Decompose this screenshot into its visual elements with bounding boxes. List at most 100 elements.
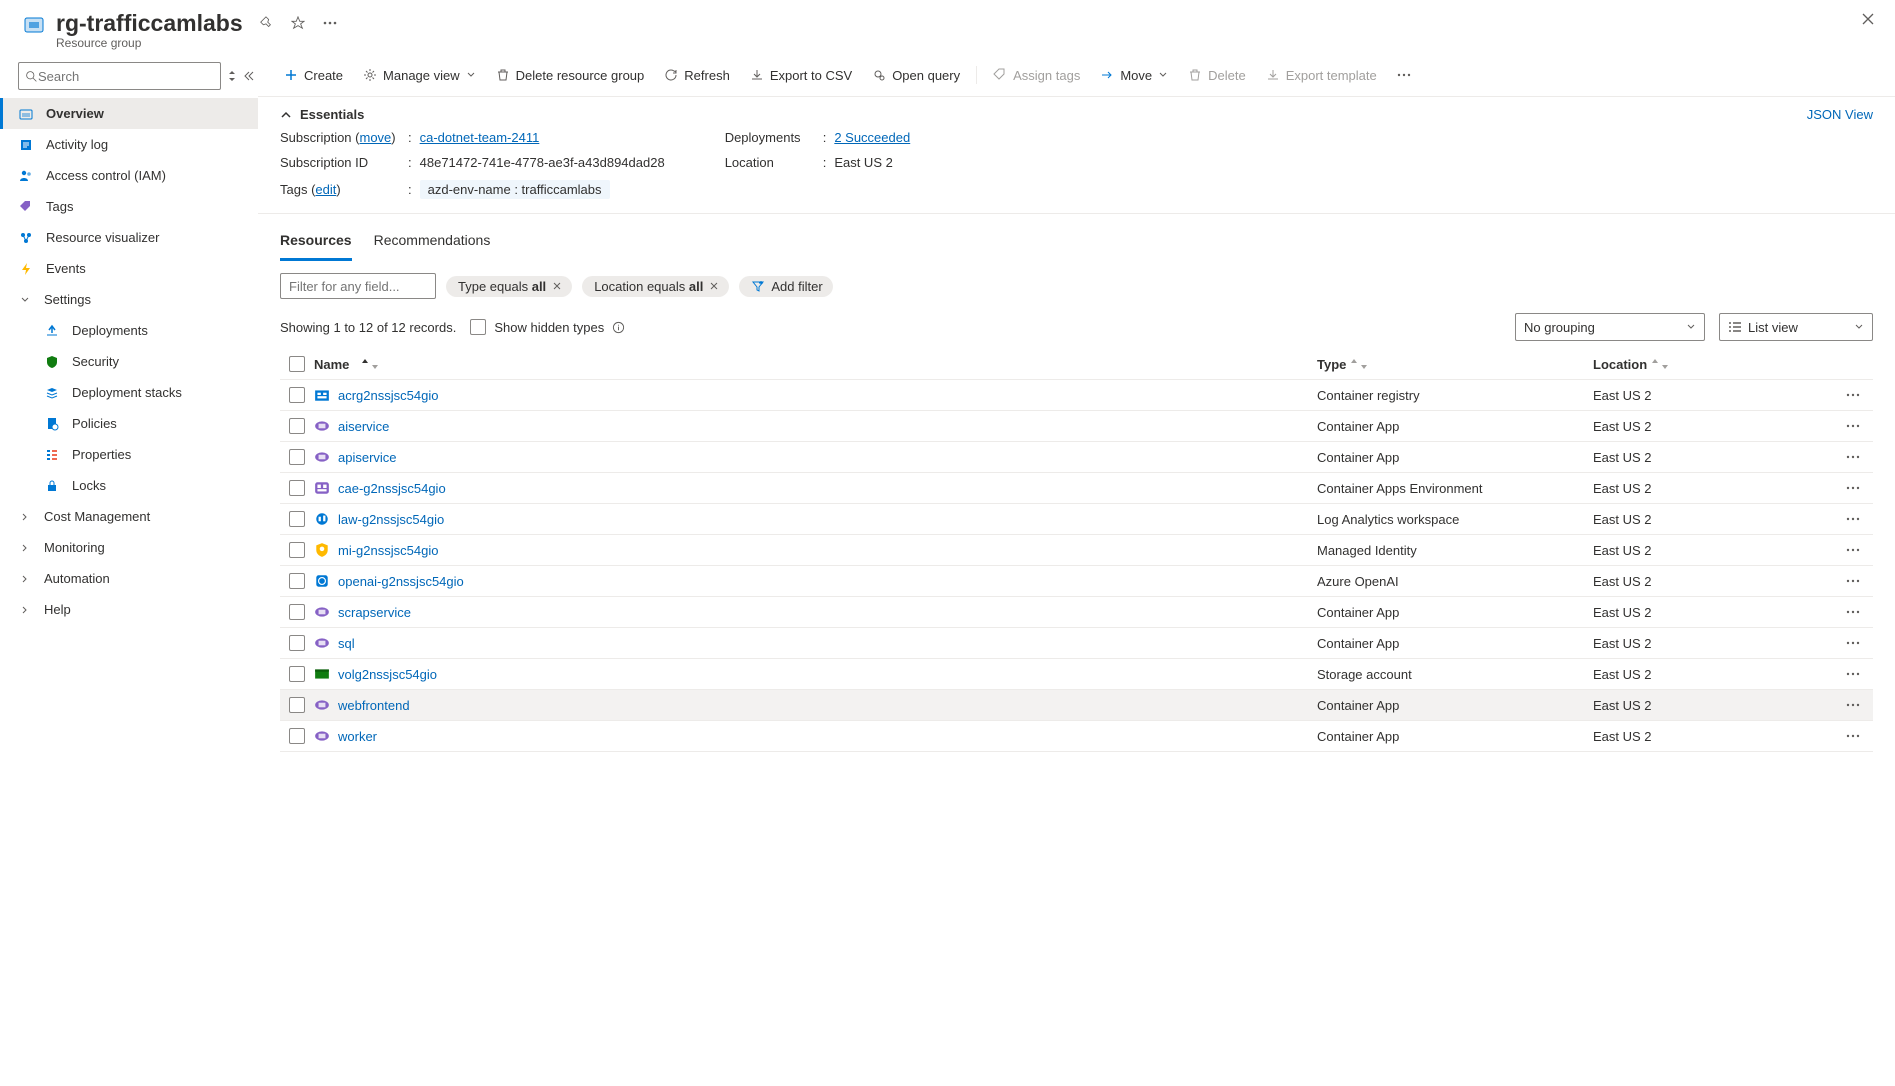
sidebar-search[interactable] <box>18 62 221 90</box>
nav-locks[interactable]: Locks <box>0 470 258 501</box>
row-checkbox[interactable] <box>289 418 305 434</box>
nav-properties[interactable]: Properties <box>0 439 258 470</box>
info-icon[interactable] <box>612 321 625 334</box>
resource-link[interactable]: aiservice <box>338 419 389 434</box>
show-hidden-toggle[interactable]: Show hidden types <box>470 319 625 335</box>
resource-row[interactable]: openai-g2nssjsc54gioAzure OpenAIEast US … <box>280 566 1873 597</box>
row-checkbox[interactable] <box>289 666 305 682</box>
resource-row[interactable]: webfrontendContainer AppEast US 2 <box>280 690 1873 721</box>
resource-row[interactable]: volg2nssjsc54gioStorage accountEast US 2 <box>280 659 1873 690</box>
row-more-button[interactable] <box>1833 610 1873 614</box>
nav-settings[interactable]: Settings <box>0 284 258 315</box>
close-icon[interactable] <box>1859 10 1877 28</box>
pin-icon[interactable] <box>257 14 275 32</box>
row-more-button[interactable] <box>1833 393 1873 397</box>
json-view-link[interactable]: JSON View <box>1807 107 1873 122</box>
resource-link[interactable]: webfrontend <box>338 698 410 713</box>
checkbox[interactable] <box>470 319 486 335</box>
resource-link[interactable]: law-g2nssjsc54gio <box>338 512 444 527</box>
col-header-location[interactable]: Location <box>1593 357 1833 372</box>
row-more-button[interactable] <box>1833 486 1873 490</box>
tag-chip[interactable]: azd-env-name : trafficcamlabs <box>420 180 610 199</box>
nav-tags[interactable]: Tags <box>0 191 258 222</box>
export-csv-button[interactable]: Export to CSV <box>742 60 860 90</box>
resource-row[interactable]: law-g2nssjsc54gioLog Analytics workspace… <box>280 504 1873 535</box>
nav-security[interactable]: Security <box>0 346 258 377</box>
resource-link[interactable]: acrg2nssjsc54gio <box>338 388 438 403</box>
row-more-button[interactable] <box>1833 517 1873 521</box>
resource-row[interactable]: sqlContainer AppEast US 2 <box>280 628 1873 659</box>
filter-pill-location[interactable]: Location equals all <box>582 276 729 297</box>
open-query-button[interactable]: Open query <box>864 60 968 90</box>
grouping-dropdown[interactable]: No grouping <box>1515 313 1705 341</box>
resource-row[interactable]: aiserviceContainer AppEast US 2 <box>280 411 1873 442</box>
subscription-move-link[interactable]: move <box>360 130 392 145</box>
sidebar-search-input[interactable] <box>38 69 214 84</box>
nav-automation[interactable]: Automation <box>0 563 258 594</box>
add-filter-button[interactable]: Add filter <box>739 276 832 297</box>
resource-link[interactable]: sql <box>338 636 355 651</box>
row-more-button[interactable] <box>1833 703 1873 707</box>
resource-link[interactable]: volg2nssjsc54gio <box>338 667 437 682</box>
col-header-name[interactable]: Name <box>314 357 1317 372</box>
nav-deployment-stacks[interactable]: Deployment stacks <box>0 377 258 408</box>
deployments-link[interactable]: 2 Succeeded <box>834 130 910 145</box>
view-dropdown[interactable]: List view <box>1719 313 1873 341</box>
row-checkbox[interactable] <box>289 387 305 403</box>
resource-row[interactable]: workerContainer AppEast US 2 <box>280 721 1873 752</box>
resource-row[interactable]: cae-g2nssjsc54gioContainer Apps Environm… <box>280 473 1873 504</box>
nav-access-control[interactable]: Access control (IAM) <box>0 160 258 191</box>
more-icon[interactable] <box>321 14 339 32</box>
nav-events[interactable]: Events <box>0 253 258 284</box>
nav-help[interactable]: Help <box>0 594 258 625</box>
move-button[interactable]: Move <box>1092 60 1176 90</box>
nav-activity-log[interactable]: Activity log <box>0 129 258 160</box>
row-checkbox[interactable] <box>289 573 305 589</box>
nav-policies[interactable]: Policies <box>0 408 258 439</box>
row-checkbox[interactable] <box>289 635 305 651</box>
row-checkbox[interactable] <box>289 697 305 713</box>
create-button[interactable]: Create <box>276 60 351 90</box>
row-checkbox[interactable] <box>289 604 305 620</box>
row-more-button[interactable] <box>1833 734 1873 738</box>
row-checkbox[interactable] <box>289 511 305 527</box>
row-checkbox[interactable] <box>289 449 305 465</box>
star-icon[interactable] <box>289 14 307 32</box>
collapse-sidebar-icon[interactable] <box>243 67 255 85</box>
resource-link[interactable]: scrapservice <box>338 605 411 620</box>
row-more-button[interactable] <box>1833 641 1873 645</box>
filter-pill-type[interactable]: Type equals all <box>446 276 572 297</box>
row-checkbox[interactable] <box>289 728 305 744</box>
manage-view-button[interactable]: Manage view <box>355 60 484 90</box>
row-more-button[interactable] <box>1833 424 1873 428</box>
nav-monitoring[interactable]: Monitoring <box>0 532 258 563</box>
delete-rg-button[interactable]: Delete resource group <box>488 60 653 90</box>
resource-link[interactable]: mi-g2nssjsc54gio <box>338 543 438 558</box>
row-more-button[interactable] <box>1833 455 1873 459</box>
resource-row[interactable]: scrapserviceContainer AppEast US 2 <box>280 597 1873 628</box>
resource-link[interactable]: cae-g2nssjsc54gio <box>338 481 446 496</box>
nav-overview[interactable]: Overview <box>0 98 258 129</box>
row-more-button[interactable] <box>1833 672 1873 676</box>
resource-row[interactable]: acrg2nssjsc54gioContainer registryEast U… <box>280 380 1873 411</box>
essentials-toggle[interactable]: Essentials JSON View <box>280 107 1873 122</box>
nav-deployments[interactable]: Deployments <box>0 315 258 346</box>
resource-link[interactable]: apiservice <box>338 450 397 465</box>
row-checkbox[interactable] <box>289 480 305 496</box>
tags-edit-link[interactable]: edit <box>315 182 336 197</box>
tab-resources[interactable]: Resources <box>280 228 352 261</box>
filter-input[interactable] <box>280 273 436 299</box>
remove-filter-icon[interactable] <box>709 281 719 291</box>
resource-row[interactable]: mi-g2nssjsc54gioManaged IdentityEast US … <box>280 535 1873 566</box>
subscription-link[interactable]: ca-dotnet-team-2411 <box>420 130 540 145</box>
select-all-checkbox[interactable] <box>289 356 305 372</box>
resource-link[interactable]: openai-g2nssjsc54gio <box>338 574 464 589</box>
nav-cost-management[interactable]: Cost Management <box>0 501 258 532</box>
row-more-button[interactable] <box>1833 579 1873 583</box>
tab-recommendations[interactable]: Recommendations <box>374 228 491 261</box>
expand-icon[interactable] <box>227 67 237 85</box>
refresh-button[interactable]: Refresh <box>656 60 738 90</box>
remove-filter-icon[interactable] <box>552 281 562 291</box>
col-header-type[interactable]: Type <box>1317 357 1593 372</box>
row-checkbox[interactable] <box>289 542 305 558</box>
